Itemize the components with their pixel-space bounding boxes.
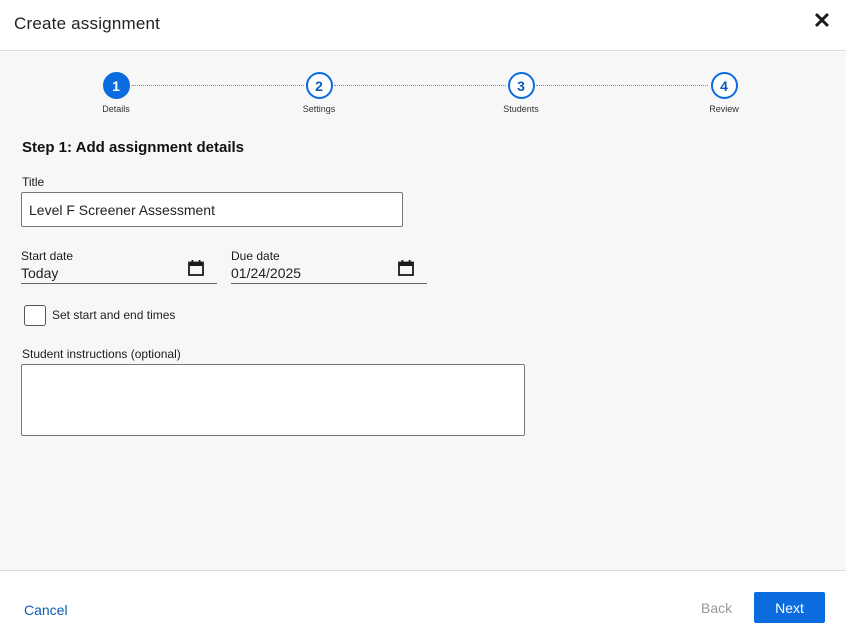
set-times-label: Set start and end times <box>52 308 176 322</box>
start-date-field[interactable]: Start date Today <box>21 249 217 284</box>
step-students[interactable]: 3 Students <box>481 72 561 114</box>
step-label: Settings <box>302 104 336 114</box>
set-times-checkbox[interactable] <box>24 305 46 326</box>
cancel-button[interactable]: Cancel <box>24 602 68 618</box>
back-button[interactable]: Back <box>701 600 732 616</box>
start-date-value: Today <box>21 265 59 281</box>
step-label: Students <box>503 104 539 114</box>
step-connector <box>536 85 708 86</box>
calendar-icon[interactable] <box>187 259 205 277</box>
dialog-title: Create assignment <box>14 14 161 33</box>
progress-stepper: 1 Details 2 Settings 3 Students 4 Review <box>0 72 846 122</box>
due-date-field[interactable]: Due date 01/24/2025 <box>231 249 427 284</box>
step-label: Details <box>102 104 130 114</box>
next-button[interactable]: Next <box>754 592 825 623</box>
calendar-icon[interactable] <box>397 259 415 277</box>
step-number: 2 <box>305 72 333 99</box>
step-settings[interactable]: 2 Settings <box>279 72 359 114</box>
dialog-header: Create assignment ✕ <box>0 0 846 51</box>
close-icon[interactable]: ✕ <box>812 10 832 32</box>
title-label: Title <box>22 175 45 189</box>
due-date-label: Due date <box>231 249 280 263</box>
dialog-footer: Cancel Back Next <box>0 570 846 638</box>
dialog-body: 1 Details 2 Settings 3 Students 4 Review… <box>0 52 846 570</box>
title-input[interactable] <box>21 192 403 227</box>
due-date-value: 01/24/2025 <box>231 265 302 281</box>
instructions-textarea[interactable] <box>21 364 525 436</box>
step-number: 4 <box>710 72 738 99</box>
instructions-label: Student instructions (optional) <box>22 347 181 361</box>
step-number: 1 <box>102 72 130 99</box>
step-heading: Step 1: Add assignment details <box>22 139 244 156</box>
step-label: Review <box>709 104 739 114</box>
step-review[interactable]: 4 Review <box>684 72 764 114</box>
step-number: 3 <box>507 72 535 99</box>
start-date-label: Start date <box>21 249 74 263</box>
step-details[interactable]: 1 Details <box>76 72 156 114</box>
